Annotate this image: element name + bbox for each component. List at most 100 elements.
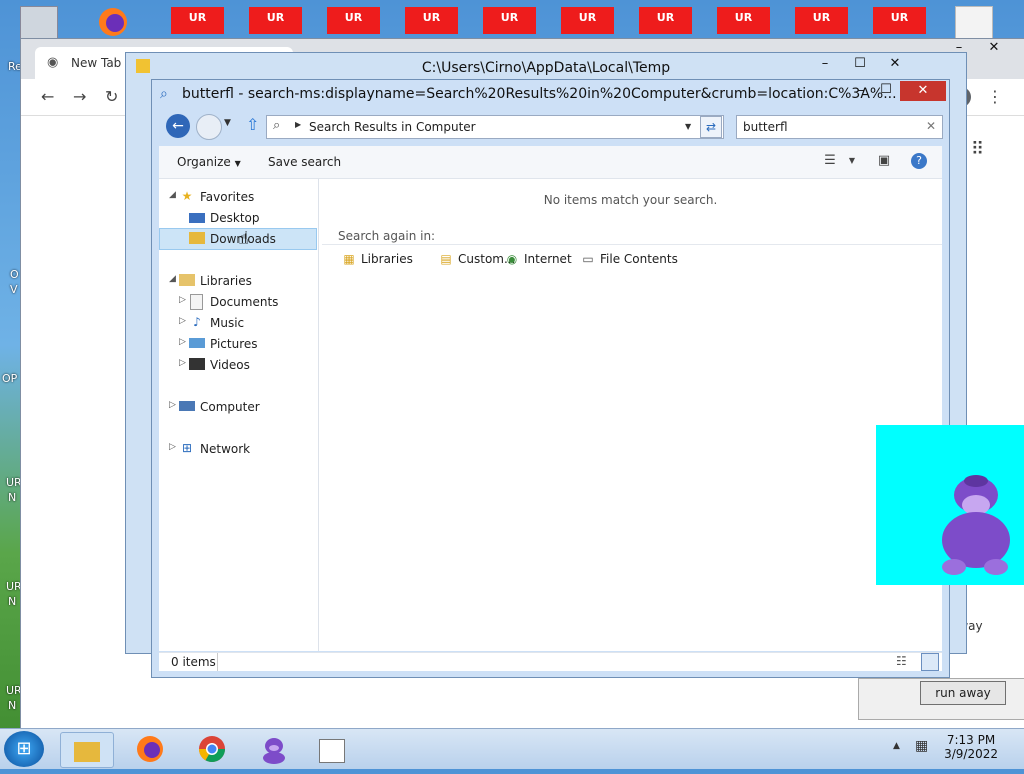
recent-dropdown-icon[interactable]: ▼	[224, 118, 231, 128]
search-box[interactable]: butterfl ✕	[736, 115, 943, 139]
downloads-folder-icon	[189, 232, 205, 244]
close-icon[interactable]: ✕	[882, 55, 908, 73]
nav-label: Computer	[200, 400, 260, 414]
system-clock[interactable]: 7:13 PM 3/9/2022	[944, 733, 998, 761]
help-icon[interactable]: ?	[911, 153, 927, 169]
address-bar[interactable]: ⌕ ▶ Search Results in Computer ▼	[266, 115, 724, 139]
close-icon[interactable]: ✕	[981, 39, 1007, 57]
search-input[interactable]: butterfl	[743, 120, 788, 134]
nav-item-documents[interactable]: ▷ Documents	[159, 292, 315, 312]
search-explorer-window: ⌕ butterfl - search-ms:displayname=Searc…	[151, 79, 950, 678]
forward-button[interactable]	[196, 114, 222, 140]
ur-desktop-icon[interactable]: UR	[561, 7, 614, 34]
apps-grid-icon[interactable]: ⠿	[971, 139, 984, 160]
nav-label: Network	[200, 442, 251, 456]
bonzi-character-window[interactable]	[876, 425, 1024, 585]
menu-dots-icon[interactable]: ⋮	[987, 87, 1003, 106]
desktop-label: N	[8, 699, 17, 712]
search-again-file-contents[interactable]: ▭ File Contents	[580, 252, 678, 266]
collapse-arrow-icon[interactable]: ◢	[169, 190, 176, 200]
purple-gorilla-icon	[942, 475, 1010, 575]
address-text: Search Results in Computer	[309, 120, 476, 134]
expand-arrow-icon[interactable]: ▷	[169, 442, 176, 452]
libraries-icon	[179, 274, 195, 286]
address-dropdown-icon[interactable]: ▼	[685, 122, 691, 131]
file-explorer-taskbar-icon[interactable]	[60, 732, 114, 768]
navigation-bar: ← ▼ ⇧ ⌕ ▶ Search Results in Computer ▼ ⇄…	[152, 110, 949, 146]
expand-arrow-icon[interactable]: ▷	[179, 358, 186, 368]
desktop-label: OP	[2, 372, 18, 385]
document-viewer-taskbar-icon[interactable]	[306, 732, 358, 766]
nav-item-libraries[interactable]: ◢ Libraries	[159, 271, 315, 291]
chrome-taskbar-icon[interactable]	[186, 732, 238, 766]
organize-button[interactable]: Organize ▼	[177, 155, 241, 169]
search-again-libraries[interactable]: ▦ Libraries	[341, 252, 413, 266]
nav-item-pictures[interactable]: ▷ Pictures	[159, 334, 315, 354]
back-button[interactable]: ←	[166, 114, 190, 138]
firefox-taskbar-icon[interactable]	[124, 732, 176, 766]
nav-label: Music	[210, 316, 245, 330]
nav-item-favorites[interactable]: ◢ ★ Favorites	[159, 187, 315, 207]
expand-arrow-icon[interactable]: ▷	[179, 295, 186, 305]
folder-icon	[74, 741, 100, 762]
desktop-label: O	[10, 268, 19, 281]
expand-arrow-icon[interactable]: ▷	[169, 400, 176, 410]
up-arrow-icon[interactable]: ⇧	[246, 115, 259, 134]
ur-desktop-icon[interactable]: UR	[639, 7, 692, 34]
clock-date: 3/9/2022	[944, 747, 998, 761]
ur-desktop-icon[interactable]: UR	[483, 7, 536, 34]
details-view-icon[interactable]: ☷	[896, 654, 907, 668]
save-search-button[interactable]: Save search	[268, 155, 341, 169]
minimize-button[interactable]: –	[848, 82, 874, 100]
folder-icon: ▤	[440, 252, 452, 266]
divider	[217, 653, 218, 671]
reload-icon[interactable]: ↻	[105, 87, 118, 106]
show-hidden-icons-icon[interactable]: ▲	[893, 741, 900, 751]
run-away-button[interactable]: run away	[920, 681, 1006, 705]
nav-item-music[interactable]: ▷ ♪ Music	[159, 313, 315, 333]
document-desktop-icon[interactable]	[955, 6, 993, 40]
chevron-down-icon[interactable]: ▼	[843, 156, 861, 172]
maximize-button[interactable]: ☐	[873, 81, 899, 99]
clear-search-icon[interactable]: ✕	[926, 119, 936, 133]
collapse-arrow-icon[interactable]: ◢	[169, 274, 176, 284]
minimize-button[interactable]: –	[812, 55, 838, 73]
preview-pane-icon[interactable]: ▣	[875, 153, 893, 169]
refresh-button[interactable]: ⇄	[700, 116, 722, 138]
ur-desktop-icon[interactable]: UR	[327, 7, 380, 34]
maximize-button[interactable]: ☐	[847, 55, 873, 73]
empty-results-message: No items match your search.	[543, 193, 718, 207]
large-icons-view-icon[interactable]	[921, 653, 939, 671]
results-pane: No items match your search. Search again…	[319, 179, 942, 651]
ur-desktop-icon[interactable]: UR	[249, 7, 302, 34]
star-icon: ★	[181, 189, 193, 203]
recycle-bin-icon[interactable]	[20, 6, 58, 40]
nav-item-computer[interactable]: ▷ Computer	[159, 397, 315, 417]
ur-desktop-icon[interactable]: UR	[171, 7, 224, 34]
videos-icon	[189, 358, 205, 370]
chevron-down-icon: ▼	[234, 159, 241, 168]
nav-item-network[interactable]: ▷ ⊞ Network	[159, 439, 315, 459]
start-button[interactable]: ⊞	[4, 731, 44, 767]
ur-desktop-icon[interactable]: UR	[795, 7, 848, 34]
firefox-desktop-icon[interactable]	[95, 6, 131, 38]
view-options-icon[interactable]: ☰	[821, 153, 839, 169]
nav-item-desktop[interactable]: Desktop	[159, 208, 315, 228]
expand-arrow-icon[interactable]: ▷	[179, 316, 186, 326]
breadcrumb-arrow-icon[interactable]: ▶	[295, 120, 301, 129]
nav-label: Favorites	[200, 190, 255, 204]
forward-arrow-icon[interactable]: →	[73, 87, 86, 106]
ur-desktop-icon[interactable]: UR	[405, 7, 458, 34]
computer-icon	[179, 401, 195, 411]
network-tray-icon[interactable]: ▦	[915, 738, 928, 754]
bonzi-taskbar-icon[interactable]	[248, 732, 300, 766]
search-again-internet[interactable]: ◉ Internet	[504, 252, 572, 266]
close-button[interactable]: ✕	[900, 81, 946, 101]
item-count: 0 items	[171, 655, 216, 669]
search-window-title: butterfl - search-ms:displayname=Search%…	[182, 86, 897, 102]
expand-arrow-icon[interactable]: ▷	[179, 337, 186, 347]
ur-desktop-icon[interactable]: UR	[717, 7, 770, 34]
nav-item-videos[interactable]: ▷ Videos	[159, 355, 315, 375]
ur-desktop-icon[interactable]: UR	[873, 7, 926, 34]
back-arrow-icon[interactable]: ←	[41, 87, 54, 106]
